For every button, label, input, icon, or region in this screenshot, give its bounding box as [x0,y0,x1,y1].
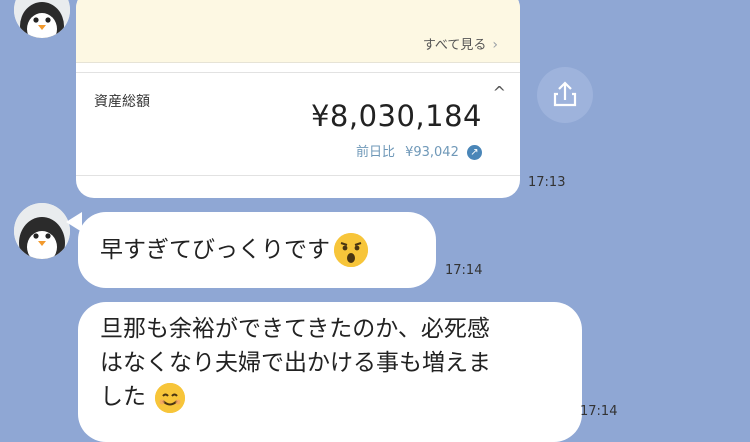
smiling-face-emoji [155,382,186,413]
chevron-right-icon: › [492,37,498,53]
see-all-label: すべて見る [422,38,487,53]
message-text: 早すぎてびっくりです [100,237,330,263]
see-all-link[interactable]: すべて見る › [423,34,498,53]
astonished-face-emoji [334,233,368,267]
timestamp: 17:14 [445,263,483,278]
asset-value: ¥8,030,184 [310,99,482,133]
card-top-section: すべて見る › [76,0,520,63]
penguin-avatar-icon [14,0,70,38]
shared-screenshot-card[interactable]: すべて見る › 資産総額 ^ ¥8,030,184 前日比 ¥93,042 ↗ [76,0,520,198]
daily-change: 前日比 ¥93,042 ↗ [356,141,482,160]
total-assets-panel: 資産総額 ^ ¥8,030,184 前日比 ¥93,042 ↗ [76,72,520,176]
asset-label: 資産総額 [94,94,150,110]
message-bubble[interactable]: 旦那も余裕ができてきたのか、必死感 はなくなり夫婦で出かける事も増えま した [78,302,582,442]
avatar[interactable] [14,203,70,259]
message-text: 旦那も余裕ができてきたのか、必死感 [100,316,490,342]
penguin-avatar-icon [14,203,70,259]
timestamp: 17:13 [528,175,566,190]
arrow-up-right-icon: ↗ [467,145,482,160]
timestamp: 17:14 [580,404,618,419]
message-text: はなくなり夫婦で出かける事も増えま [100,350,491,376]
share-icon [553,81,577,107]
avatar[interactable] [14,0,70,38]
message-text: した [100,384,146,410]
share-button[interactable] [537,67,593,123]
change-value: ¥93,042 [405,145,459,160]
chevron-up-icon[interactable]: ^ [493,83,506,102]
message-bubble[interactable]: 早すぎてびっくりです [78,212,436,288]
change-label: 前日比 [355,145,395,160]
